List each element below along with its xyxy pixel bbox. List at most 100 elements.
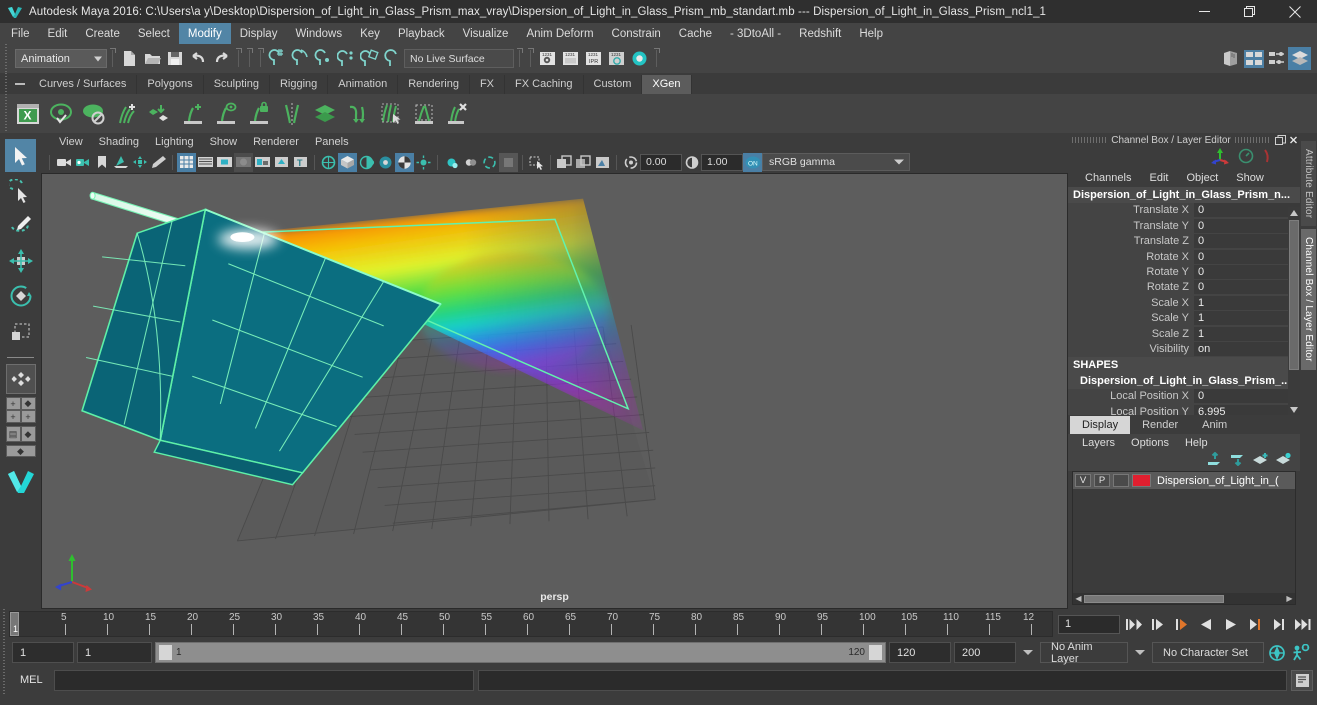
shaded-textured-icon[interactable] (215, 153, 234, 172)
play-backwards-icon[interactable] (1196, 614, 1216, 634)
scroll-down-icon[interactable] (1288, 404, 1300, 415)
scrollbar-thumb[interactable] (1289, 220, 1299, 370)
tool-settings-toggle-icon[interactable] (1265, 47, 1288, 70)
paint-select-tool[interactable] (5, 209, 36, 242)
scale-tool[interactable] (5, 314, 36, 347)
panel-menu-show[interactable]: Show (202, 136, 246, 148)
layer-color-swatch[interactable] (1132, 474, 1151, 487)
attr-value[interactable]: 0 (1194, 234, 1300, 249)
rotate-tool[interactable] (5, 279, 36, 312)
snap-to-grid-icon[interactable] (266, 47, 289, 70)
persp-graph-layout-icon[interactable]: ◆ (5, 445, 36, 457)
scroll-right-icon[interactable]: ▶ (1284, 594, 1295, 603)
le-menu-help[interactable]: Help (1177, 437, 1216, 449)
layer-list[interactable]: V P Dispersion_of_Light_in_( ◀ ▶ (1072, 471, 1296, 605)
animation-end-field[interactable]: 200 (954, 642, 1016, 663)
attr-value[interactable]: 1 (1194, 311, 1300, 326)
attr-row-visibility[interactable]: Visibility on (1068, 341, 1300, 356)
tear-off-view-icon[interactable] (574, 153, 593, 172)
le-menu-options[interactable]: Options (1123, 437, 1177, 449)
panel-drag-handle[interactable] (1072, 137, 1108, 143)
playback-options-icon[interactable] (1019, 650, 1037, 655)
xgen-preview-icon[interactable] (44, 97, 77, 130)
render-settings-icon[interactable]: 1231 (605, 47, 628, 70)
layer-playback-toggle[interactable]: P (1094, 474, 1110, 487)
bookmark-icon[interactable] (92, 153, 111, 172)
xgen-groom-icon[interactable] (341, 97, 374, 130)
motion-blur-icon[interactable]: T (291, 153, 310, 172)
new-layer-from-selected-icon[interactable] (1275, 452, 1292, 471)
panel-drag-handle-right[interactable] (1234, 137, 1271, 143)
duplicate-view-icon[interactable] (555, 153, 574, 172)
ao-toggle-icon[interactable] (499, 152, 518, 172)
command-input[interactable] (53, 669, 474, 691)
anim-layer-dropdown-icon[interactable] (1131, 650, 1149, 655)
current-time-indicator[interactable]: 1 (10, 612, 19, 636)
wireframe-icon[interactable] (177, 152, 196, 172)
attr-value[interactable]: 0 (1194, 218, 1300, 233)
cb-menu-object[interactable]: Object (1177, 172, 1227, 184)
persp-outliner-layout-icon[interactable]: ▤ ◆ (5, 426, 36, 442)
shelf-tab-rigging[interactable]: Rigging (270, 75, 329, 94)
attr-row-scale-y[interactable]: Scale Y 1 (1068, 310, 1300, 326)
le-men u-layers[interactable]: Layers (1074, 437, 1123, 449)
animation-preferences-icon[interactable] (1290, 643, 1310, 663)
menu-help[interactable]: Help (850, 23, 892, 44)
grease-pencil-icon[interactable] (149, 153, 168, 172)
screen-space-ao-icon[interactable] (272, 153, 291, 172)
snap-to-projected-center-icon[interactable] (335, 47, 358, 70)
shadows-icon[interactable] (253, 153, 272, 172)
attr-row-rotate-x[interactable]: Rotate X 0 (1068, 249, 1300, 264)
new-scene-icon[interactable] (118, 47, 141, 70)
attr-value[interactable]: 0 (1194, 280, 1300, 295)
shelf-tab-xgen[interactable]: XGen (642, 75, 692, 94)
layer-state-toggle[interactable] (1113, 474, 1129, 487)
cb-menu-channels[interactable]: Channels (1076, 172, 1140, 184)
xgen-add-description-icon[interactable] (176, 97, 209, 130)
tab-render[interactable]: Render (1130, 416, 1190, 434)
color-management-icon[interactable]: ON (743, 152, 762, 172)
menu-anim-deform[interactable]: Anim Deform (517, 23, 602, 44)
isolate-select-icon[interactable] (319, 153, 338, 172)
undock-panel-icon[interactable] (1274, 134, 1287, 146)
image-plane-icon[interactable] (111, 153, 130, 172)
save-scene-icon[interactable] (164, 47, 187, 70)
current-frame-field[interactable]: 1 (1058, 614, 1120, 634)
texture-filter-icon[interactable] (395, 152, 414, 172)
shelf-tab-sculpting[interactable]: Sculpting (204, 75, 270, 94)
menu-redshift[interactable]: Redshift (790, 23, 850, 44)
channel-box-scrollbar[interactable] (1288, 207, 1300, 415)
attr-value[interactable]: 0 (1194, 203, 1300, 218)
snap-to-curve-icon[interactable] (289, 47, 312, 70)
panel-menu-view[interactable]: View (51, 136, 91, 148)
render-sequence-icon[interactable]: 1231 (559, 47, 582, 70)
attr-row-local-position-y[interactable]: Local Position Y 6.995 (1068, 404, 1300, 415)
auto-keyframe-icon[interactable] (1267, 643, 1287, 663)
anim-layer-selector[interactable]: No Anim Layer (1040, 641, 1128, 665)
command-language-label[interactable]: MEL (13, 674, 50, 686)
layer-row[interactable]: V P Dispersion_of_Light_in_( (1073, 472, 1295, 489)
shelf-tab-fx[interactable]: FX (470, 75, 506, 94)
ipr-render-icon[interactable]: 1231 IPR (582, 47, 605, 70)
close-panel-icon[interactable] (1287, 134, 1300, 146)
light-all-icon[interactable] (442, 153, 461, 172)
layer-list-scrollbar[interactable]: ◀ ▶ (1073, 593, 1295, 604)
step-back-frame-icon[interactable] (1172, 614, 1192, 634)
move-layer-up-icon[interactable] (1206, 451, 1223, 471)
range-right-grip[interactable] (869, 645, 882, 660)
hypershade-icon[interactable] (628, 47, 651, 70)
make-live-icon[interactable] (381, 47, 404, 70)
xgen-delete-guides-icon[interactable] (440, 97, 473, 130)
attribute-editor-toggle-icon[interactable] (1242, 47, 1265, 70)
restore-button[interactable] (1227, 0, 1272, 23)
xray-active-components-icon[interactable] (376, 153, 395, 172)
menu-playback[interactable]: Playback (389, 23, 454, 44)
render-current-frame-icon[interactable]: 1231 (536, 47, 559, 70)
move-tool[interactable] (5, 244, 36, 277)
time-slider-handle[interactable] (0, 609, 9, 639)
snap-to-view-plane-icon[interactable] (358, 47, 381, 70)
menu-modify[interactable]: Modify (178, 23, 231, 44)
go-to-end-icon[interactable] (1292, 614, 1312, 634)
menu-visualize[interactable]: Visualize (454, 23, 518, 44)
step-back-keyframe-icon[interactable] (1148, 614, 1168, 634)
